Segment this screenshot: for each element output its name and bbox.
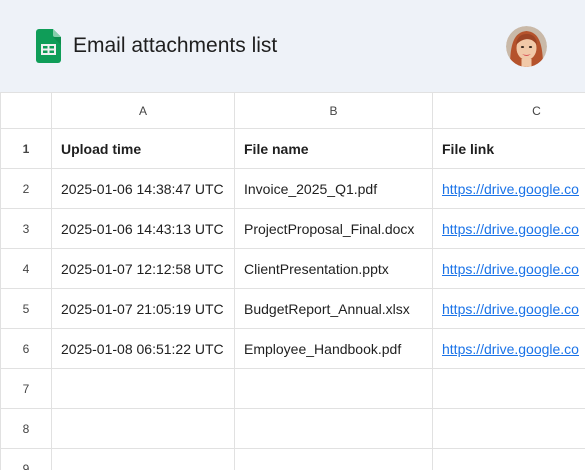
file-link[interactable]: https://drive.google.co (442, 261, 579, 277)
document-title[interactable]: Email attachments list (73, 33, 277, 59)
column-header-b[interactable]: B (234, 92, 433, 129)
table-row: 9 (0, 448, 585, 470)
table-row: 8 (0, 408, 585, 449)
user-avatar[interactable] (506, 26, 547, 67)
row-number[interactable]: 7 (0, 368, 52, 409)
file-link-cell[interactable]: https://drive.google.co (432, 248, 585, 289)
table-row: 3 2025-01-06 14:43:13 UTC ProjectProposa… (0, 208, 585, 249)
column-header-c[interactable]: C (432, 92, 585, 129)
cell-c1[interactable]: File link (432, 128, 585, 169)
empty-cell[interactable] (432, 408, 585, 449)
file-name-cell[interactable]: Employee_Handbook.pdf (234, 328, 433, 369)
empty-cell[interactable] (51, 408, 235, 449)
row-number[interactable]: 8 (0, 408, 52, 449)
file-link-cell[interactable]: https://drive.google.co (432, 328, 585, 369)
empty-cell[interactable] (432, 368, 585, 409)
google-sheets-icon[interactable] (36, 29, 61, 63)
row-number[interactable]: 1 (0, 128, 52, 169)
file-link[interactable]: https://drive.google.co (442, 341, 579, 357)
file-name-cell[interactable]: Invoice_2025_Q1.pdf (234, 168, 433, 209)
file-name-cell[interactable]: ProjectProposal_Final.docx (234, 208, 433, 249)
row-number[interactable]: 5 (0, 288, 52, 329)
file-name-cell[interactable]: ClientPresentation.pptx (234, 248, 433, 289)
empty-cell[interactable] (234, 408, 433, 449)
column-header-a[interactable]: A (51, 92, 235, 129)
sheet-table: A B C 1 Upload time File name File link … (0, 92, 585, 470)
file-link[interactable]: https://drive.google.co (442, 181, 579, 197)
empty-cell[interactable] (234, 448, 433, 470)
row-number[interactable]: 4 (0, 248, 52, 289)
table-row: 4 2025-01-07 12:12:58 UTC ClientPresenta… (0, 248, 585, 289)
table-row: 2 2025-01-06 14:38:47 UTC Invoice_2025_Q… (0, 168, 585, 209)
upload-time-cell[interactable]: 2025-01-06 14:43:13 UTC (51, 208, 235, 249)
row-number[interactable]: 9 (0, 448, 52, 470)
empty-cell[interactable] (234, 368, 433, 409)
empty-cell[interactable] (51, 448, 235, 470)
row-number[interactable]: 6 (0, 328, 52, 369)
empty-cell[interactable] (51, 368, 235, 409)
file-link-cell[interactable]: https://drive.google.co (432, 288, 585, 329)
upload-time-cell[interactable]: 2025-01-07 21:05:19 UTC (51, 288, 235, 329)
cell-b1[interactable]: File name (234, 128, 433, 169)
upload-time-cell[interactable]: 2025-01-08 06:51:22 UTC (51, 328, 235, 369)
file-name-cell[interactable]: BudgetReport_Annual.xlsx (234, 288, 433, 329)
file-link-cell[interactable]: https://drive.google.co (432, 168, 585, 209)
file-link[interactable]: https://drive.google.co (442, 301, 579, 317)
upload-time-cell[interactable]: 2025-01-07 12:12:58 UTC (51, 248, 235, 289)
row-number[interactable]: 2 (0, 168, 52, 209)
cell-a1[interactable]: Upload time (51, 128, 235, 169)
upload-time-cell[interactable]: 2025-01-06 14:38:47 UTC (51, 168, 235, 209)
select-all-corner[interactable] (0, 92, 52, 129)
row-number[interactable]: 3 (0, 208, 52, 249)
spreadsheet-grid: A B C 1 Upload time File name File link … (0, 92, 585, 470)
app-header: Email attachments list (0, 0, 585, 92)
table-row: 5 2025-01-07 21:05:19 UTC BudgetReport_A… (0, 288, 585, 329)
table-row: 1 Upload time File name File link (0, 128, 585, 169)
empty-cell[interactable] (432, 448, 585, 470)
file-link[interactable]: https://drive.google.co (442, 221, 579, 237)
table-row: 7 (0, 368, 585, 409)
table-row: 6 2025-01-08 06:51:22 UTC Employee_Handb… (0, 328, 585, 369)
file-link-cell[interactable]: https://drive.google.co (432, 208, 585, 249)
